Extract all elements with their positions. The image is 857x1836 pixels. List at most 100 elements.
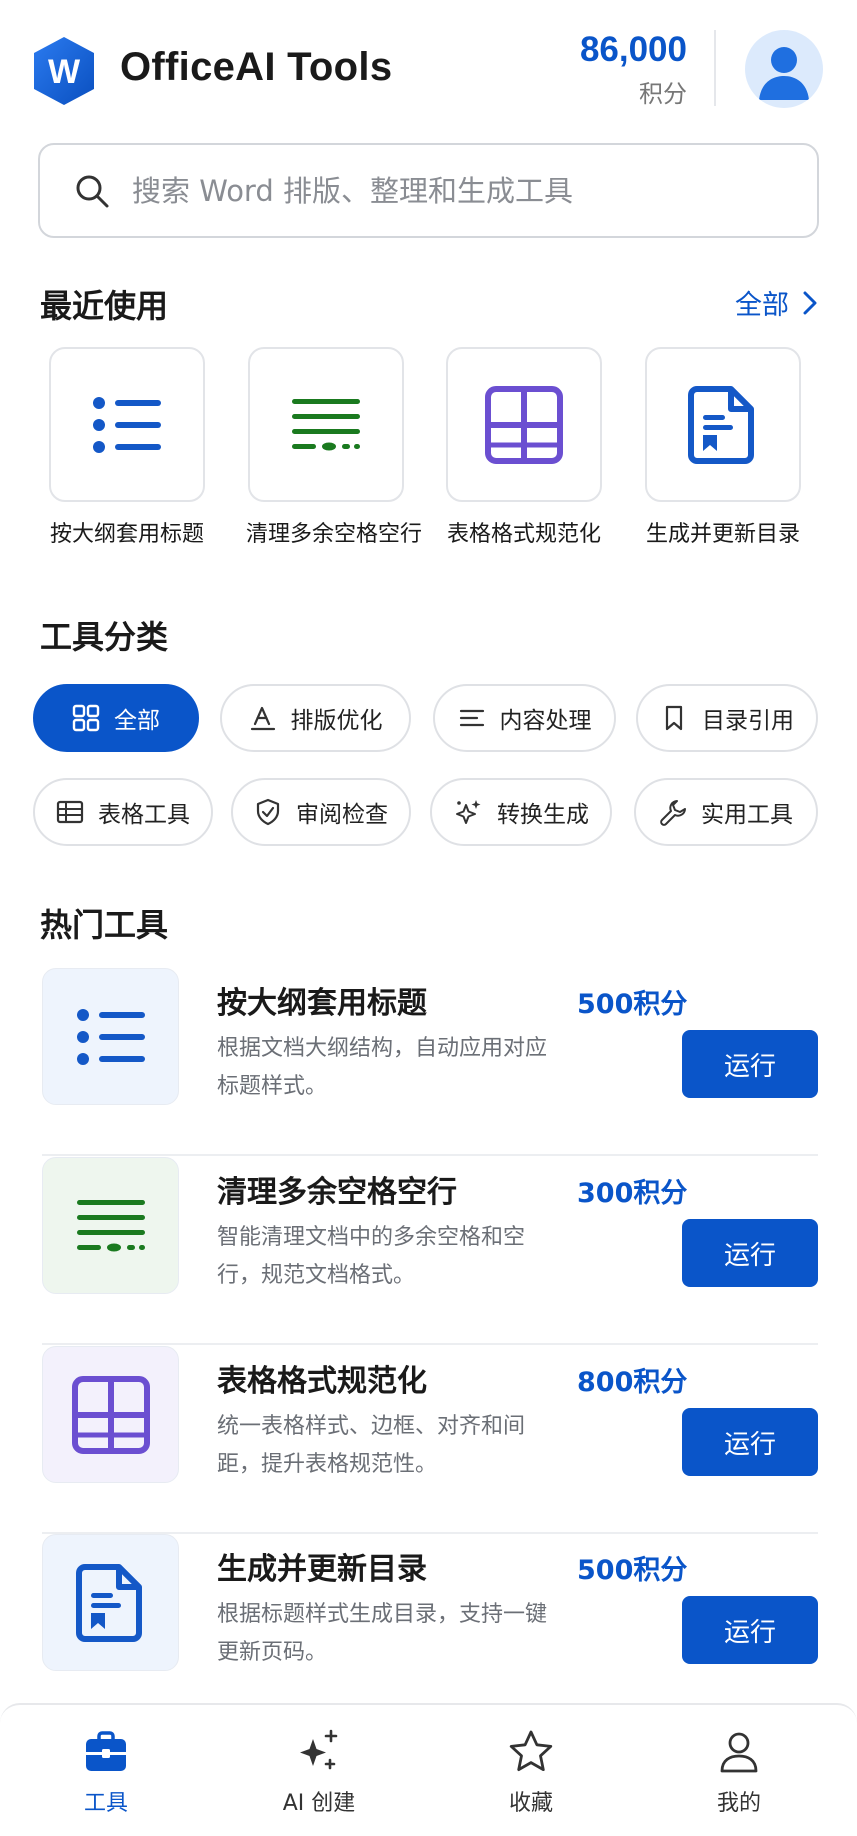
run-button[interactable]: 运行 — [682, 1596, 818, 1664]
tool-description: 根据标题样式生成目录，支持一键更新页码。 — [217, 1602, 548, 1665]
grid-icon — [72, 704, 100, 732]
recent-item-label: 按大纲套用标题 — [49, 522, 204, 547]
category-chip-toc[interactable]: 目录引用 — [636, 684, 818, 752]
tool-row-outline-headings: 按大纲套用标题 根据文档大纲结构，自动应用对应标题样式。 500积分 运行 — [42, 968, 818, 1156]
chip-label: 审阅检查 — [296, 802, 388, 828]
recent-item-clean-spaces[interactable]: 清理多余空格空行 — [246, 347, 423, 548]
chevron-right-icon — [803, 291, 817, 314]
category-chip-table[interactable]: 表格工具 — [33, 778, 213, 846]
tool-name: 生成并更新目录 — [217, 1552, 427, 1587]
recent-card — [49, 347, 205, 502]
list-icon — [93, 396, 161, 453]
text-cleanup-icon — [76, 1199, 145, 1251]
recent-item-label: 生成并更新目录 — [645, 522, 800, 547]
header-divider — [714, 30, 716, 106]
tool-thumbnail — [42, 968, 179, 1105]
category-chip-utility[interactable]: 实用工具 — [634, 778, 818, 846]
recent-item-toc[interactable]: 生成并更新目录 — [643, 347, 803, 548]
run-button[interactable]: 运行 — [682, 1030, 818, 1098]
word-logo-icon: W — [32, 35, 96, 107]
see-all-label: 全部 — [735, 290, 789, 321]
tool-description: 统一表格样式、边框、对齐和间距，提升表格规范性。 — [217, 1414, 526, 1477]
search-icon — [76, 175, 109, 208]
text-cleanup-icon — [292, 398, 360, 450]
shield-check-icon — [256, 798, 280, 826]
tool-description: 根据文档大纲结构，自动应用对应标题样式。 — [217, 1036, 548, 1099]
bottom-nav: 工具 AI 创建 收藏 我的 — [0, 1703, 857, 1836]
tool-name: 表格格式规范化 — [217, 1364, 427, 1399]
tool-description: 智能清理文档中的多余空格和空行，规范文档格式。 — [217, 1225, 526, 1288]
briefcase-icon — [86, 1731, 126, 1771]
tool-cost: 500积分 — [577, 989, 688, 1020]
chip-label: 表格工具 — [98, 802, 190, 828]
bookmark-icon — [665, 705, 683, 731]
category-chip-convert[interactable]: 转换生成 — [430, 778, 612, 846]
run-button[interactable]: 运行 — [682, 1408, 818, 1476]
search-bar[interactable] — [38, 143, 819, 238]
nav-item-favorites[interactable]: 收藏 — [456, 1727, 606, 1817]
run-button[interactable]: 运行 — [682, 1219, 818, 1287]
table-grid-icon — [71, 1375, 150, 1454]
chip-label: 排版优化 — [290, 708, 383, 734]
tool-thumbnail — [42, 1157, 179, 1294]
recent-item-label: 表格格式规范化 — [446, 522, 601, 547]
nav-label: 收藏 — [508, 1791, 553, 1816]
text-format-icon — [250, 706, 275, 731]
nav-label: AI 创建 — [282, 1791, 356, 1816]
see-all-link[interactable]: 全部 — [735, 283, 817, 322]
tool-row-toc: 生成并更新目录 根据标题样式生成目录，支持一键更新页码。 500积分 运行 — [42, 1534, 818, 1722]
table-grid-icon — [485, 385, 563, 464]
document-bookmark-icon — [688, 385, 754, 464]
chip-label: 转换生成 — [497, 802, 589, 828]
chip-label: 内容处理 — [499, 708, 592, 734]
recent-card — [446, 347, 602, 502]
tool-name: 按大纲套用标题 — [217, 986, 427, 1021]
document-bookmark-icon — [75, 1563, 142, 1642]
wrench-icon — [660, 800, 686, 826]
nav-item-tools[interactable]: 工具 — [31, 1727, 181, 1817]
user-icon — [720, 1732, 758, 1773]
user-avatar-icon — [759, 47, 809, 100]
nav-item-ai-create[interactable]: AI 创建 — [244, 1727, 394, 1817]
points-unit: 积分 — [639, 80, 687, 108]
tool-thumbnail — [42, 1346, 179, 1483]
nav-label: 工具 — [83, 1791, 128, 1816]
tool-cost: 500积分 — [577, 1555, 688, 1586]
recent-section-title: 最近使用 — [40, 287, 169, 325]
tool-row-table-format: 表格格式规范化 统一表格样式、边框、对齐和间距，提升表格规范性。 800积分 运… — [42, 1346, 818, 1534]
align-left-icon — [459, 709, 484, 727]
tool-thumbnail — [42, 1534, 179, 1671]
nav-label: 我的 — [716, 1791, 761, 1816]
tool-name: 清理多余空格空行 — [217, 1175, 457, 1210]
recent-item-label: 清理多余空格空行 — [246, 522, 423, 547]
recent-card — [645, 347, 801, 502]
nav-item-profile[interactable]: 我的 — [664, 1727, 814, 1817]
app-title: OfficeAI Tools — [120, 45, 393, 89]
logo-letter: W — [48, 53, 81, 91]
points-value: 86,000 — [579, 30, 687, 69]
points-balance: 86,000 积分 — [580, 30, 687, 109]
categories-section-title: 工具分类 — [40, 618, 169, 656]
list-icon — [76, 1008, 145, 1065]
tool-row-clean-spaces: 清理多余空格空行 智能清理文档中的多余空格和空行，规范文档格式。 300积分 运… — [42, 1157, 818, 1345]
user-avatar[interactable] — [745, 30, 823, 108]
tool-cost: 300积分 — [577, 1178, 688, 1209]
star-icon — [509, 1730, 553, 1771]
search-input[interactable] — [132, 145, 792, 236]
tool-cost: 800积分 — [577, 1367, 688, 1398]
category-chip-content[interactable]: 内容处理 — [433, 684, 616, 752]
chip-label: 目录引用 — [702, 708, 794, 734]
recent-card — [248, 347, 404, 502]
table-icon — [56, 800, 84, 824]
category-chip-all[interactable]: 全部 — [33, 684, 199, 752]
hot-tools-section-title: 热门工具 — [40, 906, 169, 944]
chip-label: 全部 — [114, 708, 160, 734]
chip-label: 实用工具 — [701, 802, 793, 828]
category-chip-review[interactable]: 审阅检查 — [231, 778, 411, 846]
app-header: W OfficeAI Tools 86,000 积分 — [0, 0, 857, 140]
sparkles-icon — [456, 800, 481, 824]
recent-item-outline-headings[interactable]: 按大纲套用标题 — [47, 347, 207, 548]
recent-item-table-format[interactable]: 表格格式规范化 — [444, 347, 604, 548]
category-chip-layout[interactable]: 排版优化 — [220, 684, 411, 752]
ai-sparkle-icon — [300, 1729, 338, 1770]
